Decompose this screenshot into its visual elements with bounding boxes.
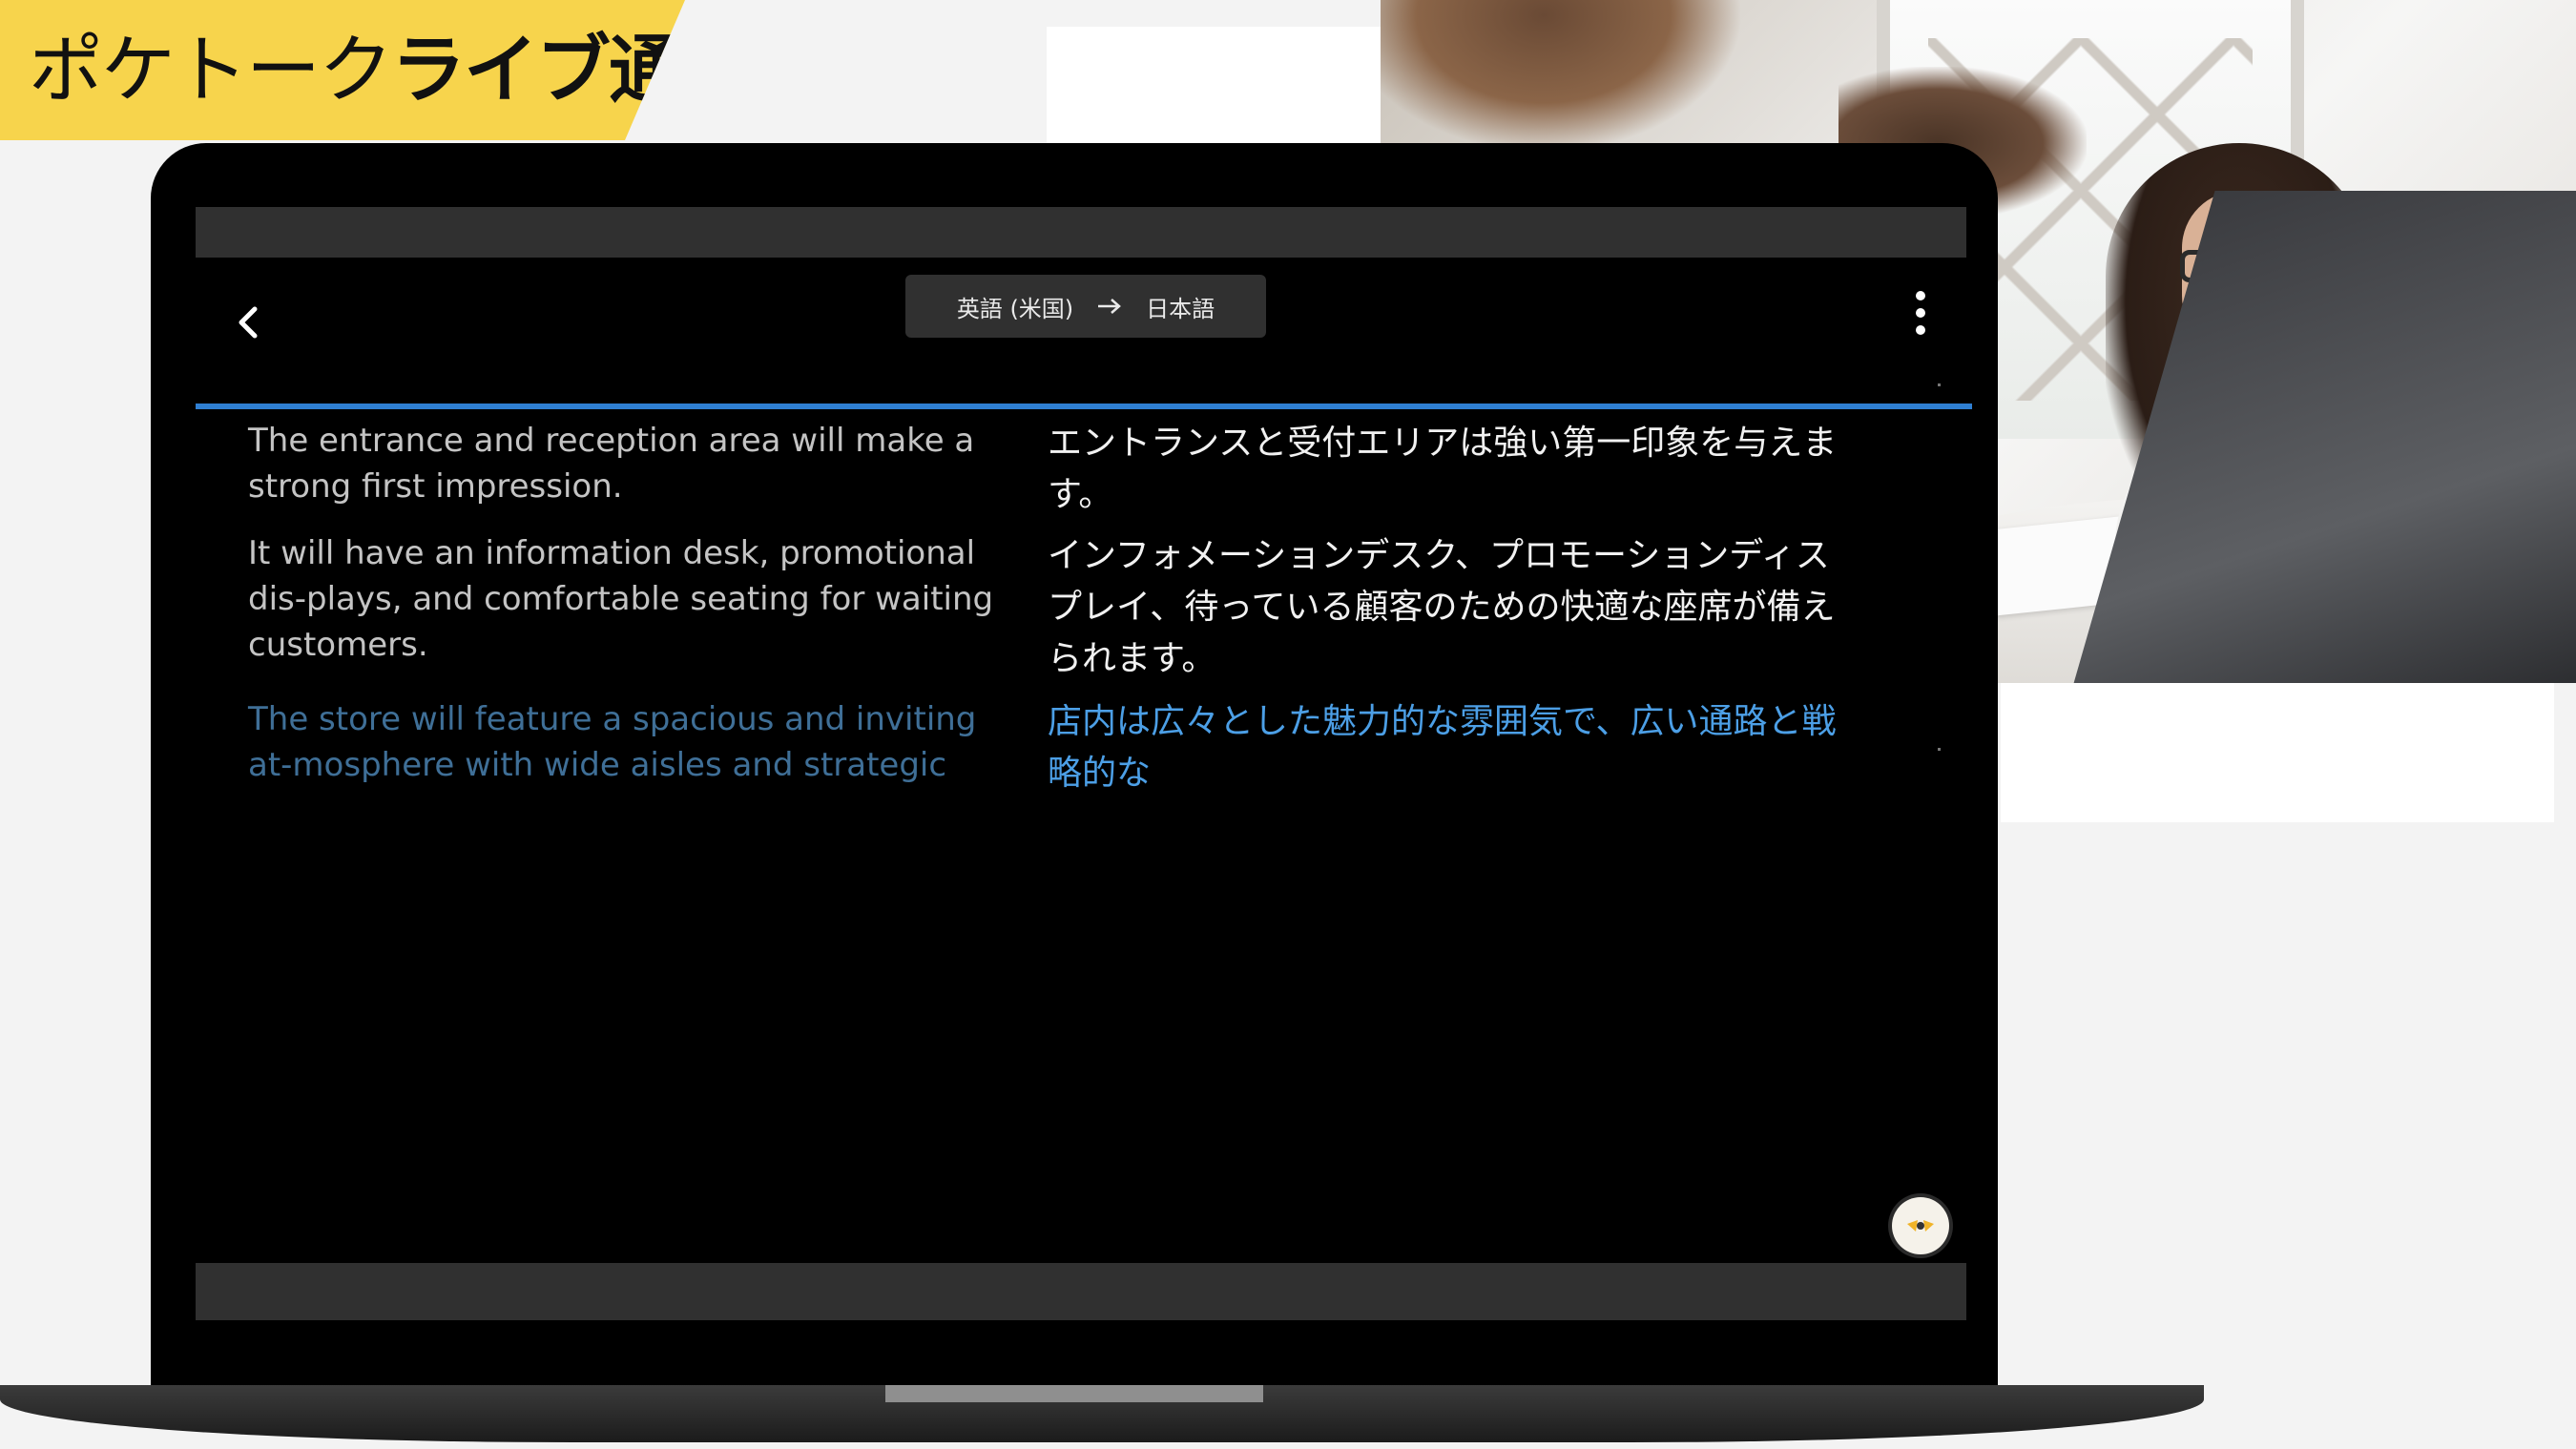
- status-bar: [196, 207, 1966, 258]
- source-text: The store will feature a spacious and in…: [248, 700, 977, 784]
- source-language-label: 英語 (米国): [956, 295, 1074, 322]
- brand-title-bold: ライブ通訳: [391, 28, 755, 114]
- brand-title-light: ポケトーク: [29, 28, 393, 114]
- app-screen: 英語 (米国) 日本語 The entrance and reception a…: [196, 207, 1972, 1320]
- laptop-notch: [885, 1385, 1263, 1402]
- brand-title: ポケトークライブ通訳: [29, 28, 755, 114]
- target-language-label: 日本語: [1146, 295, 1215, 322]
- pocketalk-logo-icon: [1900, 1205, 1942, 1247]
- scroll-indicator-top: [1938, 383, 1941, 386]
- back-button[interactable]: [222, 296, 276, 349]
- chevron-left-icon: [239, 306, 258, 339]
- translated-text: 店内は広々とした魅力的な雰囲気で、広い通路と戦略的な: [1048, 702, 1837, 793]
- scroll-indicator-bottom: [1938, 748, 1941, 751]
- bottom-bar: [196, 1263, 1966, 1320]
- translated-text: インフォメーションデスク、プロモーションディスプレイ、待っている顧客のための快適…: [1048, 536, 1836, 678]
- laptop-base: [0, 1385, 2204, 1442]
- language-pair-selector[interactable]: 英語 (米国) 日本語: [905, 275, 1266, 338]
- arrow-right-icon: [1096, 297, 1123, 316]
- more-vertical-icon: [1916, 291, 1925, 335]
- translated-text: エントランスと受付エリアは強い第一印象を与えます。: [1048, 424, 1838, 514]
- source-text: It will have an information desk, promot…: [248, 534, 994, 664]
- background-panel-lower: [2001, 683, 2554, 822]
- photo-person-left: [1381, 0, 1743, 153]
- transcript-list[interactable]: The entrance and reception area will mak…: [196, 364, 1966, 975]
- brand-banner: ポケトークライブ通訳: [0, 0, 685, 140]
- source-text: The entrance and reception area will mak…: [248, 422, 975, 506]
- pocketalk-fab-button[interactable]: [1892, 1197, 1949, 1254]
- more-menu-button[interactable]: [1903, 284, 1938, 342]
